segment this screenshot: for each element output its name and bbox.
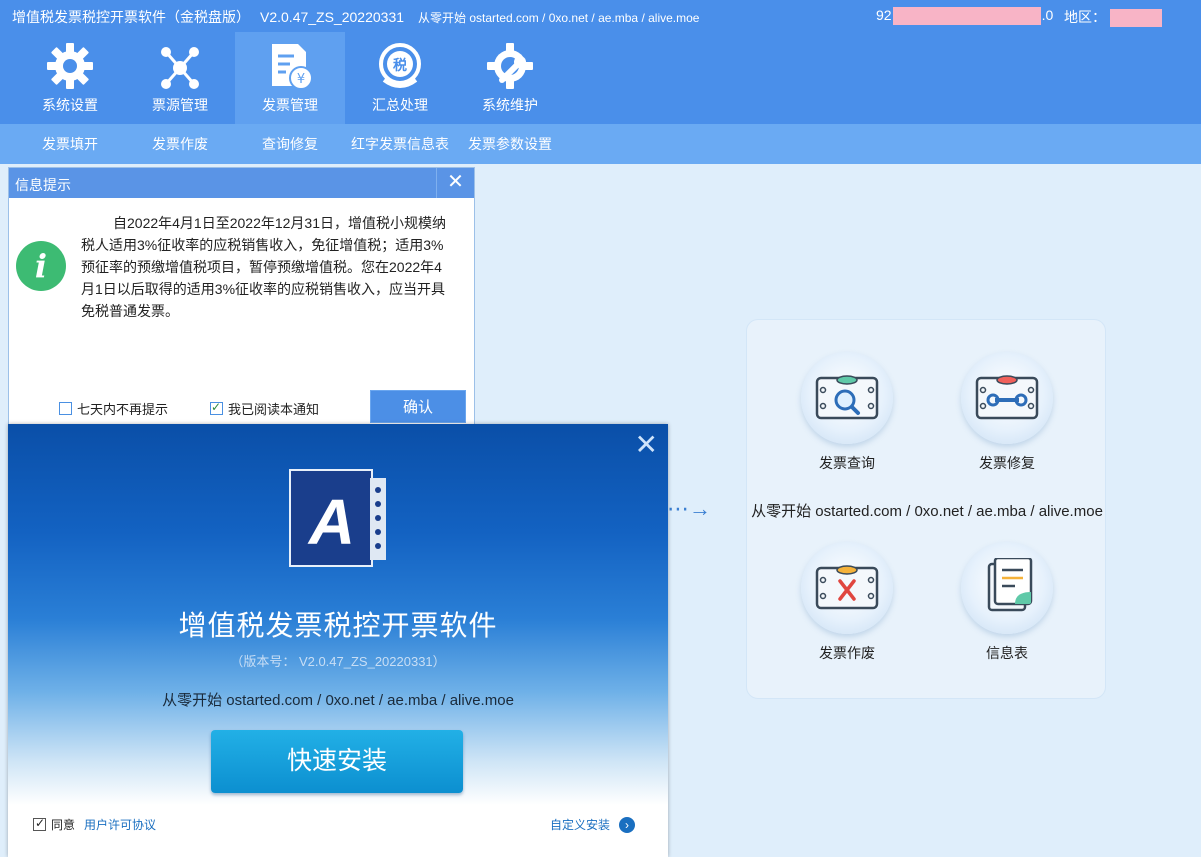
nav-item-label: 系统设置 bbox=[42, 97, 98, 113]
nav-item-system-settings[interactable]: 系统设置 bbox=[15, 32, 125, 124]
nav-item-label: 发票管理 bbox=[262, 97, 318, 113]
panel-item-invoice-void[interactable]: 发票作废 bbox=[787, 542, 907, 663]
nav-item-label: 汇总处理 bbox=[372, 97, 428, 113]
subnav-item-invoice-params[interactable]: 发票参数设置 bbox=[455, 124, 565, 164]
subnav-item-void-invoice[interactable]: 发票作废 bbox=[125, 124, 235, 164]
license-link[interactable]: 用户许可协议 bbox=[84, 816, 156, 833]
logo-letter: A bbox=[307, 486, 355, 558]
info-dialog-title: 信息提示 bbox=[15, 177, 71, 193]
region: 地区： bbox=[1064, 7, 1162, 28]
panel-item-label: 发票查询 bbox=[819, 455, 875, 471]
panel-item-invoice-query[interactable]: 发票查询 bbox=[787, 352, 907, 473]
invoice-icon: ¥ bbox=[272, 44, 313, 90]
info-dialog: 信息提示 ✕ i 自2022年4月1日至2022年12月31日，增值税小规模纳税… bbox=[8, 167, 475, 437]
tax-summary-icon: 税 bbox=[379, 43, 421, 88]
tax-id: 92.0 bbox=[876, 7, 1054, 26]
checkbox-label: 我已阅读本通知 bbox=[228, 402, 320, 417]
nav-item-summary[interactable]: 税 汇总处理 bbox=[345, 32, 455, 124]
app-logo-icon: A bbox=[289, 469, 386, 567]
panel-item-info-sheet[interactable]: 信息表 bbox=[947, 542, 1067, 663]
panel-item-invoice-repair[interactable]: 发票修复 bbox=[947, 352, 1067, 473]
sub-nav: 发票填开 发票作废 查询修复 红字发票信息表 发票参数设置 bbox=[0, 124, 1201, 164]
confirm-button[interactable]: 确认 bbox=[370, 390, 466, 423]
checkbox-label: 七天内不再提示 bbox=[77, 402, 169, 417]
info-dialog-header: 信息提示 ✕ bbox=[9, 168, 474, 198]
installer-title: 增值税发票税控开票软件 bbox=[178, 610, 498, 641]
agree-checkbox[interactable]: 同意 用户许可协议 bbox=[33, 816, 156, 833]
svg-text:¥: ¥ bbox=[297, 72, 305, 87]
tax-id-prefix: 92 bbox=[876, 7, 892, 23]
custom-install-label: 自定义安装 bbox=[550, 818, 611, 832]
checkbox-box[interactable] bbox=[59, 402, 72, 415]
gear-icon bbox=[47, 43, 93, 89]
custom-install-link[interactable]: 自定义安装 › bbox=[550, 816, 636, 833]
panel-item-label: 信息表 bbox=[986, 645, 1028, 661]
nav-item-ticket-source[interactable]: 票源管理 bbox=[125, 32, 235, 124]
checkbox-no-remind-7days[interactable]: 七天内不再提示 bbox=[59, 399, 168, 418]
region-redaction bbox=[1110, 9, 1162, 28]
checkbox-box[interactable] bbox=[33, 816, 46, 831]
close-icon[interactable]: ✕ bbox=[635, 428, 658, 461]
tax-id-redaction bbox=[892, 7, 1041, 26]
nav-item-system-maintenance[interactable]: 系统维护 bbox=[455, 32, 565, 124]
installer-window: ✕ A 增值税发票税控开票软件 （版本号： V2.0.47_ZS_2022033… bbox=[8, 424, 668, 857]
checkbox-read-notice[interactable]: 我已阅读本通知 bbox=[210, 399, 319, 418]
app-version: V2.0.47_ZS_20220331 bbox=[260, 9, 405, 25]
svg-text:税: 税 bbox=[393, 57, 407, 74]
close-icon[interactable]: ✕ bbox=[436, 168, 474, 198]
chevron-right-icon: › bbox=[619, 816, 636, 833]
nav-item-invoice-management[interactable]: ¥ 发票管理 bbox=[235, 32, 345, 124]
tax-id-suffix: .0 bbox=[1041, 7, 1054, 23]
invoice-void-icon bbox=[801, 542, 893, 634]
panel-item-label: 发票修复 bbox=[979, 455, 1035, 471]
invoice-repair-icon bbox=[961, 352, 1053, 444]
subnav-item-red-invoice-info[interactable]: 红字发票信息表 bbox=[345, 124, 455, 164]
quick-install-button[interactable]: 快速安装 bbox=[211, 730, 463, 793]
panel-url-text: 从零开始 ostarted.com / 0xo.net / ae.mba / a… bbox=[751, 503, 1103, 520]
info-sheet-icon bbox=[961, 542, 1053, 634]
nav-item-label: 系统维护 bbox=[482, 97, 538, 113]
app-subtitle: 从零开始 ostarted.com / 0xo.net / ae.mba / a… bbox=[418, 11, 700, 25]
title-bar: 增值税发票税控开票软件（金税盘版） V2.0.47_ZS_20220331 从零开始… bbox=[0, 0, 1201, 32]
subnav-item-query-repair[interactable]: 查询修复 bbox=[235, 124, 345, 164]
app-header: 增值税发票税控开票软件（金税盘版） V2.0.47_ZS_20220331 从零开始… bbox=[0, 0, 1201, 124]
flow-arrow: ⋯→ bbox=[667, 496, 711, 521]
app-title: 增值税发票税控开票软件（金税盘版） V2.0.47_ZS_20220331 从零开始… bbox=[12, 7, 699, 27]
main-nav: 系统设置 票源管理 ¥ 发票管理 税 汇总处理 系统维护 bbox=[15, 32, 565, 124]
panel-item-label: 发票作废 bbox=[819, 645, 875, 661]
quick-panel: 发票查询 发票修复 从零开始 ostarted.com / 0xo.net / … bbox=[746, 319, 1106, 699]
region-label: 地区： bbox=[1064, 9, 1106, 25]
info-icon: i bbox=[16, 241, 66, 291]
installer-url-text: 从零开始 ostarted.com / 0xo.net / ae.mba / a… bbox=[162, 692, 514, 709]
installer-version: （版本号： V2.0.47_ZS_20220331） bbox=[230, 654, 446, 669]
checkbox-box[interactable] bbox=[210, 400, 223, 415]
info-message: 自2022年4月1日至2022年12月31日，增值税小规模纳税人适用3%征收率的… bbox=[81, 215, 447, 319]
agree-label: 同意 bbox=[51, 818, 76, 832]
app-title-text: 增值税发票税控开票软件（金税盘版） bbox=[12, 9, 250, 25]
subnav-item-fill-invoice[interactable]: 发票填开 bbox=[15, 124, 125, 164]
nav-item-label: 票源管理 bbox=[152, 97, 208, 113]
network-icon bbox=[161, 47, 199, 89]
wrench-gear-icon bbox=[487, 43, 533, 89]
invoice-search-icon bbox=[801, 352, 893, 444]
